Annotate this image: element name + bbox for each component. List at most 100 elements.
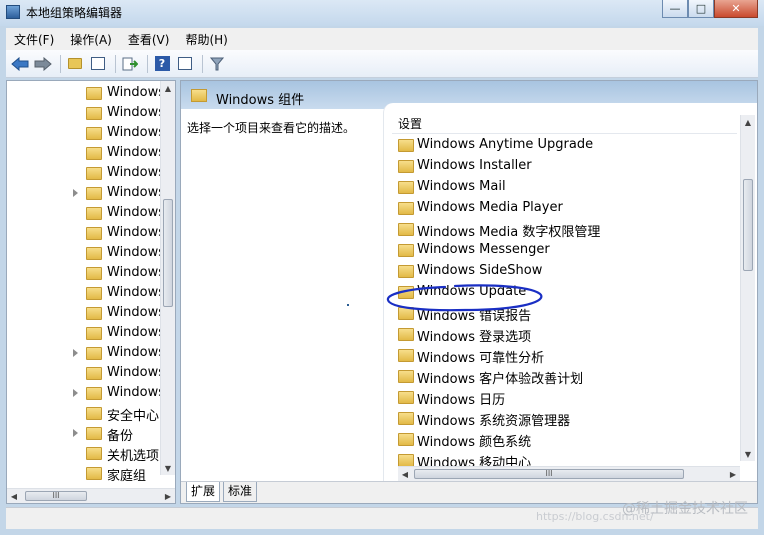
tree-item[interactable]: Windows [7, 243, 165, 263]
title-bar[interactable]: 本地组策略编辑器 — □ ✕ [0, 0, 764, 26]
tree-item[interactable]: Windows [7, 283, 165, 303]
properties-icon[interactable] [175, 54, 195, 74]
folder-icon [398, 328, 414, 341]
gpedit-window: 本地组策略编辑器 — □ ✕ 文件(F) 操作(A) 查看(V) 帮助(H) ? [0, 0, 764, 535]
expand-arrow-icon[interactable] [73, 349, 78, 357]
folder-icon [86, 467, 102, 480]
scroll-up-arrow-icon[interactable]: ▲ [161, 81, 175, 95]
tree-item[interactable]: Windows [7, 343, 165, 363]
menu-action[interactable]: 操作(A) [62, 31, 120, 48]
close-button[interactable]: ✕ [714, 0, 758, 18]
scroll-down-arrow-icon[interactable]: ▼ [741, 447, 755, 461]
scroll-left-arrow-icon[interactable]: ◀ [398, 467, 412, 481]
settings-horizontal-scrollbar[interactable]: ◀ III ▶ [398, 466, 740, 481]
scroll-thumb[interactable]: III [25, 491, 87, 501]
menu-view[interactable]: 查看(V) [120, 31, 178, 48]
tree-item[interactable]: Windows [7, 203, 165, 223]
watermark: @稀土掘金技术社区 [622, 501, 748, 517]
folder-icon [86, 427, 102, 440]
export-icon[interactable] [120, 54, 140, 74]
toolbar-separator [147, 54, 148, 73]
tree-horizontal-scrollbar[interactable]: ◀ III ▶ [7, 488, 175, 503]
tree-item[interactable]: 备份 [7, 423, 159, 444]
scroll-thumb[interactable]: III [414, 469, 684, 479]
up-folder-icon[interactable] [65, 54, 85, 74]
tree-item[interactable]: Windows [7, 323, 165, 343]
folder-icon [86, 207, 102, 220]
folder-icon [86, 367, 102, 380]
scroll-left-arrow-icon[interactable]: ◀ [7, 489, 21, 503]
scroll-down-arrow-icon[interactable]: ▼ [161, 461, 175, 475]
folder-icon [86, 227, 102, 240]
show-hide-tree-icon[interactable] [88, 54, 108, 74]
tree-item[interactable]: Windows [7, 103, 165, 123]
tree-item[interactable]: Windows [7, 83, 165, 103]
folder-icon [86, 107, 102, 120]
tree-item[interactable]: Windows [7, 163, 165, 183]
tree-item[interactable]: 家庭组 [7, 463, 159, 484]
tree-item[interactable]: Windows [7, 263, 165, 283]
tree-item[interactable]: 关机选项 [7, 443, 160, 464]
expand-arrow-icon[interactable] [73, 189, 78, 197]
menu-bar: 文件(F) 操作(A) 查看(V) 帮助(H) [6, 28, 758, 50]
scroll-thumb[interactable] [743, 179, 753, 271]
tree-item[interactable]: Windows [7, 383, 165, 403]
tree-item[interactable]: Windows [7, 183, 165, 203]
column-header-setting[interactable]: 设置 [398, 115, 422, 132]
maximize-button[interactable]: □ [688, 0, 714, 18]
toolbar: ? [6, 50, 758, 78]
tree-item[interactable]: Windows [7, 143, 165, 163]
tree-vertical-scrollbar[interactable]: ▲ ▼ [160, 81, 175, 475]
console-tree[interactable]: Windows Windows Windows Windows Windows Windo… [6, 80, 176, 504]
folder-icon [398, 391, 414, 404]
window-title: 本地组策略编辑器 [26, 6, 123, 20]
folder-icon [398, 181, 414, 194]
tree-item[interactable]: Windows [7, 123, 165, 143]
scroll-up-arrow-icon[interactable]: ▲ [741, 115, 755, 129]
minimize-button[interactable]: — [662, 0, 688, 18]
folder-icon [86, 287, 102, 300]
scroll-right-arrow-icon[interactable]: ▶ [726, 467, 740, 481]
tree-item-label: 关机选项 [107, 449, 160, 464]
folder-icon [398, 286, 414, 299]
tree-item-label: Windows [107, 185, 166, 200]
filter-icon[interactable] [207, 54, 227, 74]
toolbar-separator [115, 54, 116, 73]
tree-item-label: Windows [107, 345, 166, 360]
tree-item-label: Windows [107, 165, 166, 180]
tree-item-label: Windows [107, 225, 166, 240]
tab-extended[interactable]: 扩展 [186, 482, 221, 502]
tree-item[interactable]: 安全中心 [7, 403, 160, 424]
setting-item-label: Windows 可靠性分析 [417, 351, 545, 366]
mouse-speck [347, 304, 349, 306]
settings-vertical-scrollbar[interactable]: ▲ ▼ [740, 115, 755, 461]
folder-icon [398, 202, 414, 215]
expand-arrow-icon[interactable] [73, 389, 78, 397]
tree-item[interactable]: Windows [7, 223, 165, 243]
scroll-right-arrow-icon[interactable]: ▶ [161, 489, 175, 503]
forward-arrow-icon[interactable] [33, 54, 53, 74]
folder-icon [86, 267, 102, 280]
tree-item-label: Windows [107, 285, 166, 300]
settings-list[interactable]: 设置 Windows Anytime Upgrade Windows Instal… [383, 103, 757, 481]
tab-standard[interactable]: 标准 [223, 482, 258, 502]
menu-help[interactable]: 帮助(H) [177, 31, 235, 48]
folder-icon [398, 223, 414, 236]
menu-file[interactable]: 文件(F) [6, 31, 62, 48]
setting-item-label: Windows Update [417, 284, 527, 299]
help-icon[interactable]: ? [152, 54, 172, 74]
toolbar-separator [60, 54, 61, 73]
setting-item-label: Windows Media 数字权限管理 [417, 225, 601, 240]
tree-item[interactable]: Windows [7, 363, 165, 383]
tree-item-label: Windows [107, 145, 166, 160]
folder-icon [398, 370, 414, 383]
tree-item[interactable]: Windows [7, 303, 165, 323]
expand-arrow-icon[interactable] [73, 429, 78, 437]
folder-icon [86, 307, 102, 320]
scroll-thumb[interactable] [163, 199, 173, 307]
folder-icon [398, 244, 414, 257]
window-controls: — □ ✕ [662, 0, 758, 20]
back-arrow-icon[interactable] [10, 54, 30, 74]
tree-item-label: 安全中心 [107, 409, 160, 424]
folder-icon [86, 347, 102, 360]
